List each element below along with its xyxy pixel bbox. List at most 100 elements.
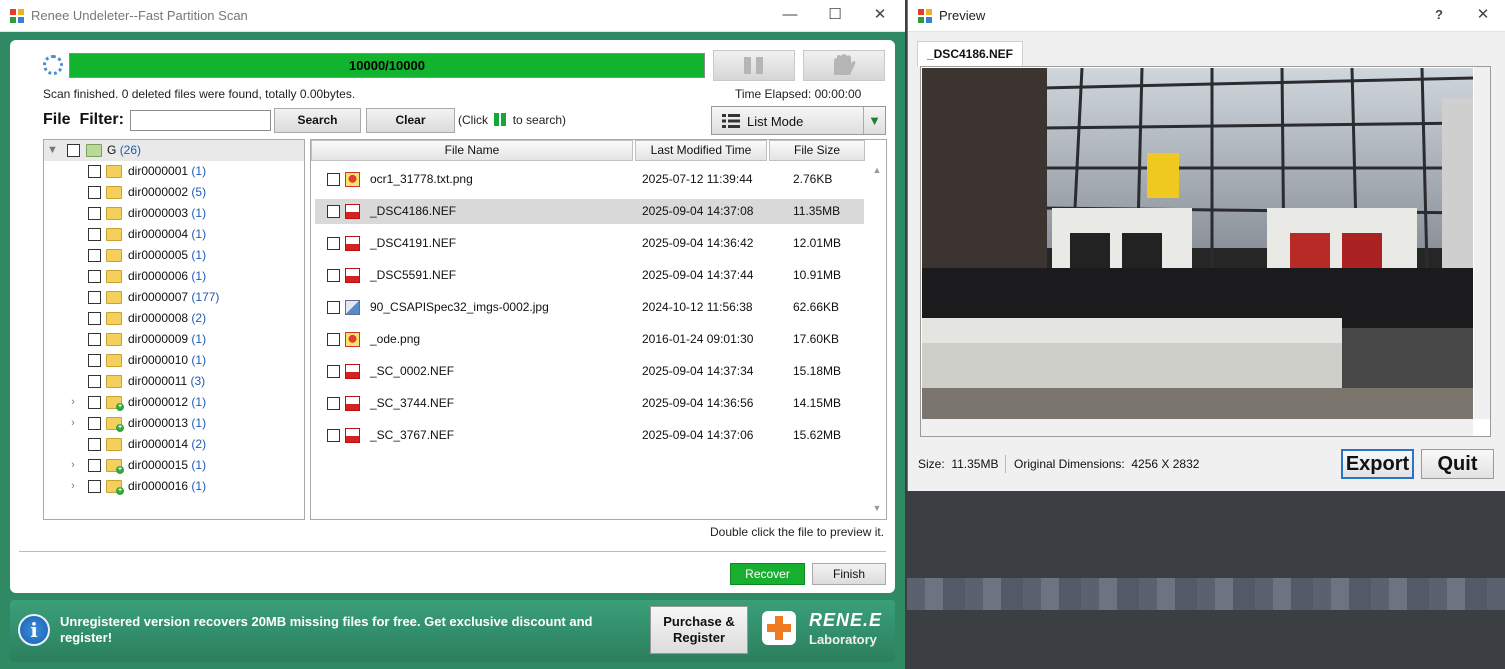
preview-vertical-scrollbar[interactable] (1474, 67, 1490, 419)
file-checkbox[interactable] (327, 173, 340, 186)
expand-icon[interactable]: › (68, 455, 78, 476)
folder-count: (1) (191, 227, 207, 241)
folder-count: (1) (191, 164, 207, 178)
folder-checkbox[interactable] (88, 375, 101, 388)
export-button[interactable]: Export (1341, 449, 1414, 479)
purchase-register-button[interactable]: Purchase & Register (650, 606, 748, 654)
file-checkbox[interactable] (327, 365, 340, 378)
tree-folder-item[interactable]: dir0000002 (5) (44, 182, 304, 203)
folder-checkbox[interactable] (88, 417, 101, 430)
tree-root-checkbox[interactable] (67, 144, 80, 157)
pause-button[interactable] (713, 50, 795, 81)
tree-folder-item[interactable]: › + dir0000015 (1) (44, 455, 304, 476)
tree-folder-item[interactable]: dir0000001 (1) (44, 161, 304, 182)
file-checkbox[interactable] (327, 269, 340, 282)
folder-checkbox[interactable] (88, 270, 101, 283)
tree-folder-item[interactable]: dir0000010 (1) (44, 350, 304, 371)
folder-checkbox[interactable] (88, 228, 101, 241)
quit-button[interactable]: Quit (1421, 449, 1494, 479)
tree-folder-item[interactable]: dir0000003 (1) (44, 203, 304, 224)
folder-checkbox[interactable] (88, 354, 101, 367)
column-header-modified[interactable]: Last Modified Time (635, 140, 767, 161)
file-checkbox[interactable] (327, 301, 340, 314)
recover-button[interactable]: Recover (730, 563, 805, 585)
folder-checkbox[interactable] (88, 312, 101, 325)
tree-folder-item[interactable]: dir0000009 (1) (44, 329, 304, 350)
scroll-down-icon[interactable]: ▼ (870, 503, 884, 513)
search-button[interactable]: Search (274, 108, 361, 133)
file-row[interactable]: _DSC4191.NEF 2025-09-04 14:36:42 12.01MB (315, 231, 864, 256)
tree-folder-item[interactable]: dir0000007 (177) (44, 287, 304, 308)
expand-icon[interactable]: › (68, 392, 78, 413)
file-row[interactable]: _DSC5591.NEF 2025-09-04 14:37:44 10.91MB (315, 263, 864, 288)
collapse-icon[interactable]: ▼ (47, 140, 58, 161)
tree-folder-item[interactable]: › + dir0000016 (1) (44, 476, 304, 497)
preview-titlebar: Preview ? ✕ (908, 0, 1505, 32)
view-mode-dropdown[interactable]: List Mode ▼ (711, 106, 886, 135)
tree-folder-item[interactable]: dir0000011 (3) (44, 371, 304, 392)
file-row[interactable]: _SC_3767.NEF 2025-09-04 14:37:06 15.62MB (315, 423, 864, 448)
tree-root[interactable]: ▼ G (26) (44, 140, 304, 161)
main-titlebar: Renee Undeleter--Fast Partition Scan — ☐… (0, 0, 905, 32)
tree-folder-item[interactable]: dir0000006 (1) (44, 266, 304, 287)
file-list-scrollbar[interactable]: ▲ ▼ (870, 163, 884, 515)
search-hint-before: (Click (458, 113, 488, 127)
tree-folder-item[interactable]: dir0000014 (2) (44, 434, 304, 455)
column-header-size[interactable]: File Size (769, 140, 865, 161)
folder-checkbox[interactable] (88, 249, 101, 262)
main-window: Renee Undeleter--Fast Partition Scan — ☐… (0, 0, 905, 669)
expand-icon[interactable]: › (68, 413, 78, 434)
tree-folder-item[interactable]: › + dir0000012 (1) (44, 392, 304, 413)
file-row[interactable]: 90_CSAPISpec32_imgs-0002.jpg 2024-10-12 1… (315, 295, 864, 320)
file-filter-input[interactable] (130, 110, 271, 131)
tree-folder-item[interactable]: dir0000004 (1) (44, 224, 304, 245)
file-checkbox[interactable] (327, 397, 340, 410)
stop-hand-icon (834, 54, 856, 75)
file-checkbox[interactable] (327, 205, 340, 218)
file-row[interactable]: ocr1_31778.txt.png 2025-07-12 11:39:44 2.7… (315, 167, 864, 192)
tree-folder-item[interactable]: dir0000005 (1) (44, 245, 304, 266)
folder-checkbox[interactable] (88, 438, 101, 451)
folder-icon (106, 228, 122, 241)
finish-button[interactable]: Finish (812, 563, 886, 585)
file-row[interactable]: _SC_3744.NEF 2025-09-04 14:36:56 14.15MB (315, 391, 864, 416)
close-button[interactable]: ✕ (857, 0, 903, 32)
expand-icon[interactable]: › (68, 476, 78, 497)
maximize-button[interactable]: ☐ (812, 0, 858, 32)
file-row[interactable]: _ode.png 2016-01-24 09:01:30 17.60KB (315, 327, 864, 352)
folder-count: (1) (191, 248, 207, 262)
file-modified: 2025-09-04 14:37:44 (642, 268, 754, 282)
file-row[interactable]: _SC_0002.NEF 2025-09-04 14:37:34 15.18MB (315, 359, 864, 384)
file-checkbox[interactable] (327, 237, 340, 250)
file-row[interactable]: _DSC4186.NEF 2025-09-04 14:37:08 11.35MB (315, 199, 864, 224)
info-icon: i (18, 614, 50, 646)
preview-close-button[interactable]: ✕ (1460, 0, 1505, 32)
folder-checkbox[interactable] (88, 165, 101, 178)
clear-button[interactable]: Clear (366, 108, 455, 133)
folder-label: dir0000010 (1) (128, 350, 206, 371)
folder-label: dir0000007 (177) (128, 287, 219, 308)
preview-horizontal-scrollbar[interactable] (921, 419, 1473, 436)
file-checkbox[interactable] (327, 333, 340, 346)
folder-count: (2) (191, 437, 207, 451)
file-name: _DSC4191.NEF (370, 236, 457, 250)
folder-checkbox[interactable] (88, 396, 101, 409)
folder-checkbox[interactable] (88, 480, 101, 493)
pause-icon (744, 57, 763, 74)
column-header-name[interactable]: File Name (311, 140, 633, 161)
folder-checkbox[interactable] (88, 207, 101, 220)
folder-checkbox[interactable] (88, 459, 101, 472)
promo-banner: i Unregistered version recovers 20MB mis… (10, 600, 895, 662)
folder-checkbox[interactable] (88, 333, 101, 346)
file-checkbox[interactable] (327, 429, 340, 442)
tree-folder-item[interactable]: › + dir0000013 (1) (44, 413, 304, 434)
stop-button[interactable] (803, 50, 885, 81)
folder-checkbox[interactable] (88, 291, 101, 304)
folder-name: dir0000004 (128, 227, 189, 241)
minimize-button[interactable]: — (767, 0, 813, 32)
tree-folder-item[interactable]: dir0000008 (2) (44, 308, 304, 329)
preview-tab[interactable]: _DSC4186.NEF (917, 41, 1023, 67)
help-button[interactable]: ? (1416, 0, 1462, 32)
folder-checkbox[interactable] (88, 186, 101, 199)
scroll-up-icon[interactable]: ▲ (870, 165, 884, 175)
